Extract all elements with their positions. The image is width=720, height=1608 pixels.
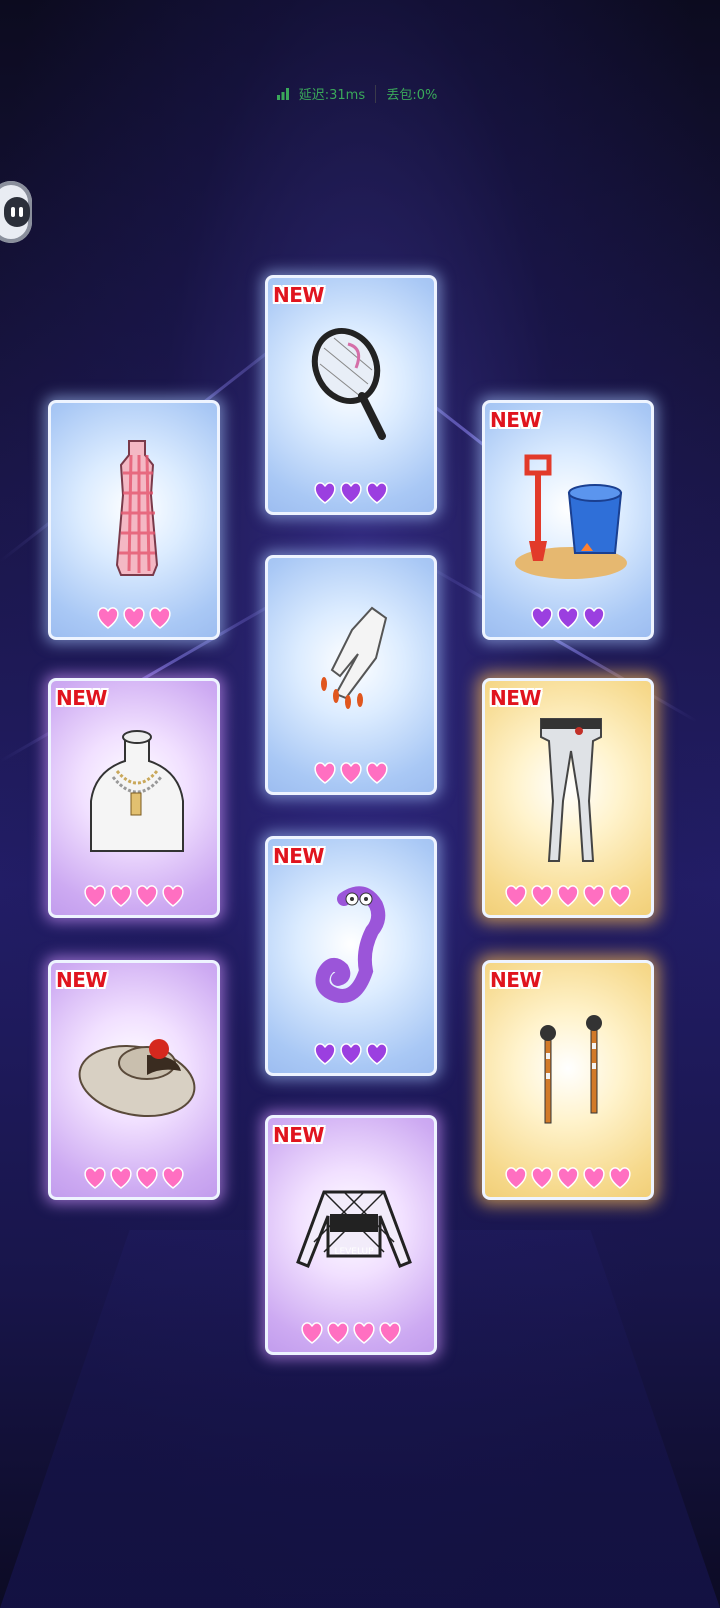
heart-icon [314, 1043, 336, 1065]
item-card-sun-hat[interactable]: NEW [48, 960, 220, 1200]
heart-icon [340, 482, 362, 504]
heart-icon [583, 1167, 605, 1189]
item-card-earrings[interactable]: NEW [482, 960, 654, 1200]
heart-icon [110, 885, 132, 907]
necklace-icon [77, 711, 197, 871]
new-badge: NEW [273, 1123, 324, 1147]
item-card-nail-hand[interactable] [265, 555, 437, 795]
new-badge: NEW [273, 283, 324, 307]
rarity-hearts [268, 1041, 434, 1067]
rarity-hearts [485, 605, 651, 631]
rarity-hearts [51, 1165, 217, 1191]
heart-icon [557, 885, 579, 907]
rarity-hearts [485, 1165, 651, 1191]
heart-icon [110, 1167, 132, 1189]
heart-icon [505, 885, 527, 907]
manicure-hand-icon [294, 588, 414, 748]
heart-icon [162, 885, 184, 907]
qipao-dress-icon [77, 433, 197, 593]
item-card-necklace[interactable]: NEW [48, 678, 220, 918]
new-badge: NEW [490, 686, 541, 710]
heart-icon [583, 885, 605, 907]
heart-icon [609, 1167, 631, 1189]
heart-icon [609, 885, 631, 907]
heart-icon [314, 762, 336, 784]
heart-icon [366, 1043, 388, 1065]
divider [375, 85, 377, 103]
heart-icon [583, 607, 605, 629]
heart-icon [97, 607, 119, 629]
chameleon-icon [294, 869, 414, 1029]
signal-icon [276, 88, 289, 100]
floating-menu-button[interactable] [0, 181, 32, 243]
heart-icon [136, 885, 158, 907]
rarity-hearts [485, 883, 651, 909]
item-card-chameleon[interactable]: NEW [265, 836, 437, 1076]
new-badge: NEW [490, 408, 541, 432]
rarity-hearts [51, 883, 217, 909]
heart-icon [162, 1167, 184, 1189]
heart-icon [149, 607, 171, 629]
rarity-hearts [51, 605, 217, 631]
item-print-text: LEVELUP [334, 1247, 374, 1257]
sun-hat-icon [77, 993, 197, 1153]
heart-icon [340, 1043, 362, 1065]
rarity-hearts [268, 760, 434, 786]
heart-icon [505, 1167, 527, 1189]
rarity-hearts [268, 1320, 434, 1346]
heart-icon [557, 1167, 579, 1189]
earrings-icon [511, 993, 631, 1153]
heart-icon [84, 1167, 106, 1189]
tennis-racket-icon [294, 308, 414, 468]
sand-bucket-icon [511, 433, 631, 593]
heart-icon [340, 762, 362, 784]
heart-icon [136, 1167, 158, 1189]
heart-icon [379, 1322, 401, 1344]
pause-icon [4, 197, 30, 227]
latency-text: 延迟:31ms [298, 88, 366, 103]
heart-icon [353, 1322, 375, 1344]
heart-icon [123, 607, 145, 629]
heart-icon [366, 482, 388, 504]
packet-loss-text: 丢包:0% [386, 88, 438, 103]
heart-icon [531, 885, 553, 907]
item-card-stockings[interactable]: NEW [482, 678, 654, 918]
item-card-fishnet-top[interactable]: NEW LEVELUP [265, 1115, 437, 1355]
item-card-beach-bucket[interactable]: NEW [482, 400, 654, 640]
network-status: 延迟:31ms 丢包:0% [0, 84, 720, 103]
heart-icon [314, 482, 336, 504]
item-card-tennis-racket[interactable]: NEW [265, 275, 437, 515]
heart-icon [84, 885, 106, 907]
heart-icon [531, 1167, 553, 1189]
rarity-hearts [268, 480, 434, 506]
new-badge: NEW [56, 968, 107, 992]
stockings-icon [511, 711, 631, 871]
new-badge: NEW [56, 686, 107, 710]
heart-icon [301, 1322, 323, 1344]
new-badge: NEW [490, 968, 541, 992]
fishnet-top-icon [294, 1148, 414, 1308]
new-badge: NEW [273, 844, 324, 868]
heart-icon [557, 607, 579, 629]
heart-icon [327, 1322, 349, 1344]
heart-icon [366, 762, 388, 784]
item-card-qipao-dress[interactable] [48, 400, 220, 640]
heart-icon [531, 607, 553, 629]
